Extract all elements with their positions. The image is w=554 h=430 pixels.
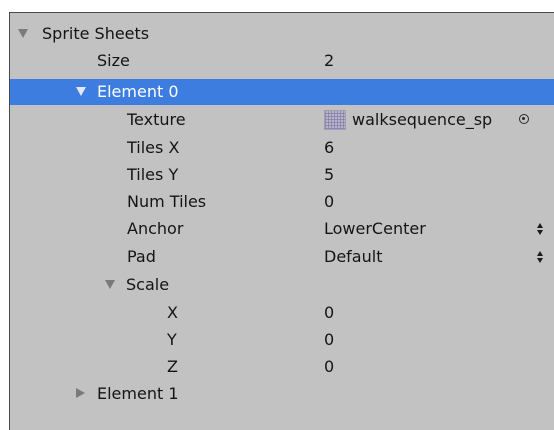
tiles-y-field-row: Tiles Y 5 (10, 162, 554, 188)
texture-object-field[interactable]: walksequence_sp (352, 111, 517, 129)
inspector-panel: Sprite Sheets Size 2 Element 0 Texture w… (9, 12, 554, 430)
anchor-dropdown[interactable]: LowerCenter (324, 220, 426, 238)
tiles-y-value-field[interactable]: 5 (324, 166, 334, 184)
scale-y-field-row: Y 0 (10, 327, 554, 353)
scale-label: Scale (126, 275, 170, 294)
foldout-expanded-icon[interactable] (18, 29, 28, 38)
anchor-field-row: Anchor LowerCenter (10, 216, 554, 242)
scale-z-label: Z (167, 357, 178, 376)
tiles-y-label: Tiles Y (127, 165, 179, 184)
element-1-label: Element 1 (97, 384, 179, 403)
texture-thumbnail-icon (324, 110, 346, 130)
scale-y-value-field[interactable]: 0 (324, 331, 334, 349)
tiles-x-field-row: Tiles X 6 (10, 135, 554, 161)
scale-x-label: X (167, 303, 178, 322)
size-value-field[interactable]: 2 (324, 52, 334, 70)
pad-field-row: Pad Default (10, 244, 554, 270)
element-0-foldout[interactable]: Element 0 (10, 79, 554, 105)
texture-label: Texture (127, 110, 186, 129)
element-0-label: Element 0 (97, 82, 179, 101)
scale-y-label: Y (167, 330, 177, 349)
tiles-x-label: Tiles X (127, 138, 180, 157)
pad-label: Pad (127, 247, 156, 266)
texture-field-row: Texture walksequence_sp (10, 107, 554, 133)
num-tiles-field-row: Num Tiles 0 (10, 189, 554, 215)
dropdown-arrows-icon[interactable] (536, 250, 544, 264)
sprite-sheets-label: Sprite Sheets (42, 24, 150, 43)
foldout-expanded-icon[interactable] (76, 87, 86, 96)
scale-z-value-field[interactable]: 0 (324, 358, 334, 376)
foldout-collapsed-icon[interactable] (76, 388, 85, 398)
num-tiles-value-field[interactable]: 0 (324, 193, 334, 211)
size-field-row: Size 2 (10, 48, 554, 74)
scale-x-value-field[interactable]: 0 (324, 304, 334, 322)
object-picker-icon[interactable] (519, 114, 529, 124)
size-label: Size (97, 51, 130, 70)
scale-foldout[interactable]: Scale (10, 272, 554, 298)
pad-dropdown[interactable]: Default (324, 248, 382, 266)
anchor-label: Anchor (127, 219, 184, 238)
element-1-foldout[interactable]: Element 1 (10, 381, 554, 407)
scale-x-field-row: X 0 (10, 300, 554, 326)
dropdown-arrows-icon[interactable] (536, 222, 544, 236)
sprite-sheets-foldout[interactable]: Sprite Sheets (10, 21, 554, 47)
tiles-x-value-field[interactable]: 6 (324, 139, 334, 157)
num-tiles-label: Num Tiles (127, 192, 207, 211)
scale-z-field-row: Z 0 (10, 354, 554, 380)
foldout-expanded-icon[interactable] (105, 280, 115, 289)
